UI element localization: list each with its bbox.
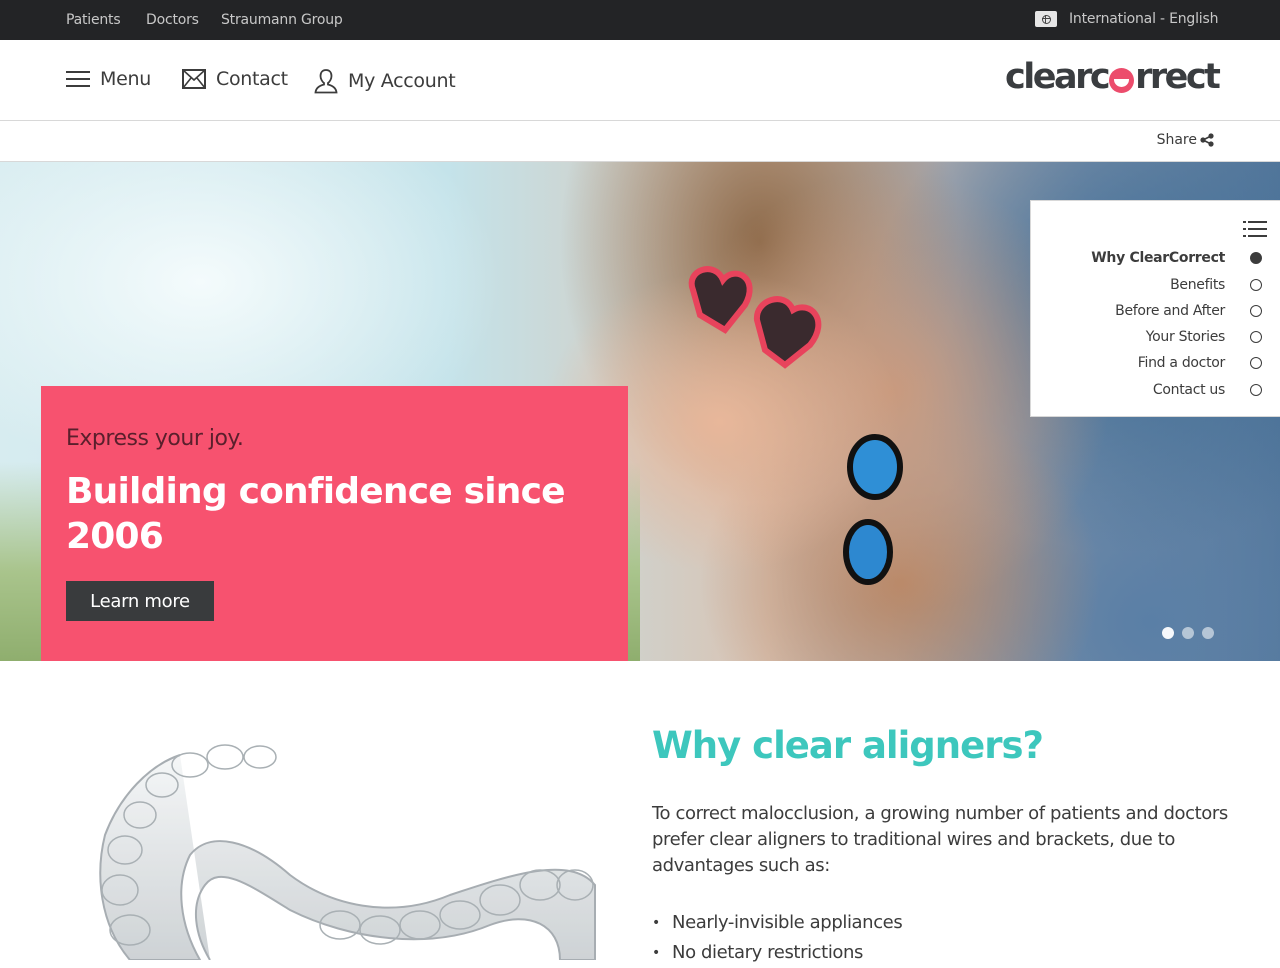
anchor-bullet	[1250, 305, 1262, 317]
anchor-label: Find a doctor	[1137, 355, 1226, 371]
contact-label: Contact	[216, 68, 288, 90]
anchor-item-before-and-after[interactable]: Before and After	[1115, 303, 1262, 319]
hero-photo-heart-sunglasses	[688, 266, 822, 369]
share-icon	[1200, 133, 1214, 147]
anchor-bullet	[1250, 279, 1262, 291]
hero-title: Building confidence since 2006	[66, 471, 566, 557]
carousel-dots	[1162, 627, 1214, 639]
why-clear-aligners-heading: Why clear aligners?	[652, 724, 1044, 767]
anchor-label: Contact us	[1152, 382, 1225, 398]
main-header: Menu Contact My Account clearc rrect	[0, 40, 1280, 121]
topbar-link-straumann-group[interactable]: Straumann Group	[221, 12, 343, 28]
anchor-item-contact-us[interactable]: Contact us	[1153, 382, 1262, 398]
logo-smile-icon	[1109, 67, 1135, 93]
hero-eyebrow: Express your joy.	[66, 426, 244, 451]
anchor-bullet	[1250, 384, 1262, 396]
anchor-label: Before and After	[1115, 303, 1225, 319]
anchor-item-find-a-doctor[interactable]: Find a doctor	[1138, 355, 1262, 371]
carousel-dot-2[interactable]	[1182, 627, 1194, 639]
hamburger-icon	[66, 71, 90, 87]
hero-card: Express your joy. Building confidence si…	[41, 386, 628, 661]
share-label: Share	[1156, 132, 1197, 148]
why-body-text: To correct malocclusion, a growing numbe…	[652, 803, 1228, 876]
clear-aligner-image	[99, 744, 596, 960]
logo-text-end: rrect	[1135, 57, 1221, 97]
mail-icon	[182, 69, 206, 89]
my-account-button[interactable]: My Account	[314, 68, 456, 94]
topbar-link-patients[interactable]: Patients	[66, 12, 121, 28]
advantage-item: Nearly-invisible appliances	[652, 908, 903, 938]
share-button[interactable]: Share	[1157, 132, 1214, 148]
language-selector[interactable]: International - English	[1035, 11, 1218, 27]
list-icon[interactable]	[1243, 221, 1267, 237]
anchor-item-why-clearcorrect[interactable]: Why ClearCorrect	[1091, 250, 1262, 266]
anchor-bullet	[1250, 357, 1262, 369]
globe-icon	[1035, 11, 1057, 27]
menu-label: Menu	[100, 68, 151, 90]
logo-text-start: clearc	[1005, 57, 1111, 97]
carousel-dot-3[interactable]	[1202, 627, 1214, 639]
contact-button[interactable]: Contact	[182, 68, 288, 90]
user-icon	[314, 69, 338, 94]
anchor-bullet-active	[1250, 252, 1262, 264]
anchor-item-benefits[interactable]: Benefits	[1170, 277, 1262, 293]
learn-more-button[interactable]: Learn more	[66, 581, 214, 621]
carousel-dot-1[interactable]	[1162, 627, 1174, 639]
menu-button[interactable]: Menu	[66, 68, 151, 90]
share-bar: Share	[0, 121, 1280, 162]
top-bar: Patients Doctors Straumann Group Interna…	[0, 0, 1280, 40]
language-label: International - English	[1069, 11, 1219, 27]
my-account-label: My Account	[348, 70, 456, 92]
anchor-item-your-stories[interactable]: Your Stories	[1146, 329, 1262, 345]
topbar-link-doctors[interactable]: Doctors	[146, 12, 199, 28]
anchor-label: Benefits	[1170, 277, 1225, 293]
anchor-bullet	[1250, 331, 1262, 343]
advantage-item: No dietary restrictions	[652, 938, 902, 968]
hero-photo-blue-sunglasses	[843, 434, 903, 585]
anchor-label: Your Stories	[1145, 329, 1226, 345]
clearcorrect-logo[interactable]: clearc rrect	[1005, 57, 1221, 97]
section-anchor-nav: Why ClearCorrect Benefits Before and Aft…	[1030, 200, 1280, 417]
advantages-list: Nearly-invisible appliances No dietary r…	[652, 908, 903, 968]
anchor-label: Why ClearCorrect	[1091, 250, 1225, 266]
